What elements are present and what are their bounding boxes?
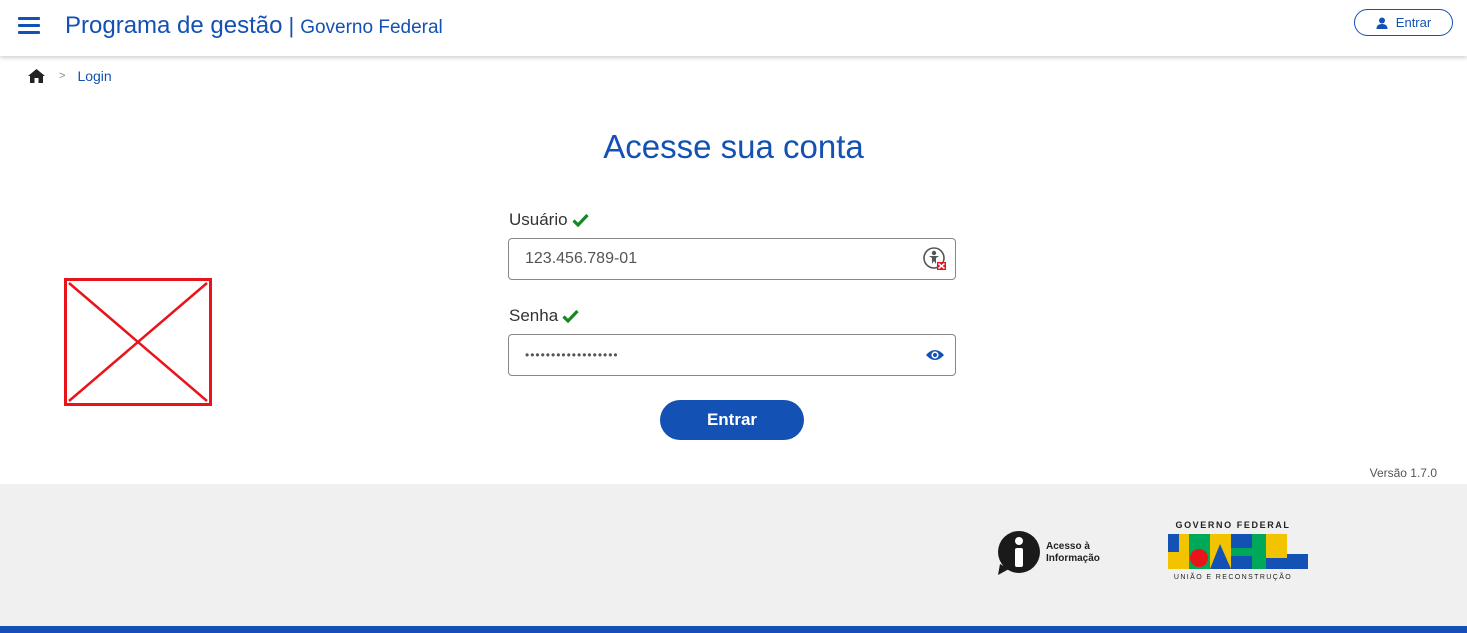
page-title: Acesse sua conta	[603, 128, 864, 165]
user-field[interactable]	[508, 238, 956, 280]
lai-line2: Informação	[1046, 553, 1100, 564]
header-signin-button[interactable]: Entrar	[1354, 9, 1453, 36]
app-title: Programa de gestão | Governo Federal	[65, 12, 443, 40]
title-separator: |	[288, 13, 295, 38]
info-icon	[998, 531, 1040, 575]
extension-icon	[923, 247, 946, 270]
lai-line1: Acesso à	[1046, 541, 1090, 552]
access-to-information-link[interactable]: Acesso à Informação	[996, 530, 1100, 576]
check-icon	[562, 309, 579, 323]
user-icon	[1376, 17, 1388, 29]
gov-logo-bottom: UNIÃO E RECONSTRUÇÃO	[1173, 574, 1293, 581]
header: Programa de gestão | Governo Federal Entra…	[0, 0, 1467, 56]
lai-text: Acesso à Informação	[1046, 541, 1100, 565]
breadcrumb-separator: >	[59, 70, 66, 82]
breadcrumb: > Login	[28, 68, 112, 84]
accessibility-extension-icon[interactable]	[923, 247, 947, 271]
user-label-text: Usuário	[509, 210, 568, 229]
gov-logo-top: GOVERNO FEDERAL	[1175, 520, 1291, 530]
user-label: Usuário	[509, 210, 589, 230]
app-subtitle: Governo Federal	[300, 17, 443, 38]
password-input[interactable]	[525, 335, 915, 375]
app-name: Programa de gestão	[65, 12, 283, 39]
broken-image-placeholder	[64, 278, 212, 406]
breadcrumb-login[interactable]: Login	[77, 68, 111, 84]
password-label: Senha	[509, 306, 579, 326]
version-label: Versão 1.7.0	[1369, 466, 1437, 480]
user-input[interactable]	[525, 239, 915, 279]
login-submit-button[interactable]: Entrar	[660, 400, 804, 440]
home-icon[interactable]	[28, 69, 45, 83]
footer-bottom-bar	[0, 626, 1467, 633]
check-icon	[571, 213, 589, 227]
gov-brasil-logo[interactable]: GOVERNO FEDERAL UNIÃO E RECONSTRUÇÃO	[1168, 520, 1308, 586]
hamburger-menu-icon[interactable]	[18, 17, 40, 37]
header-signin-label: Entrar	[1395, 15, 1432, 30]
eye-icon[interactable]	[923, 343, 947, 367]
password-label-text: Senha	[509, 306, 559, 325]
brasil-wordmark	[1168, 534, 1308, 569]
password-field[interactable]	[508, 334, 956, 376]
